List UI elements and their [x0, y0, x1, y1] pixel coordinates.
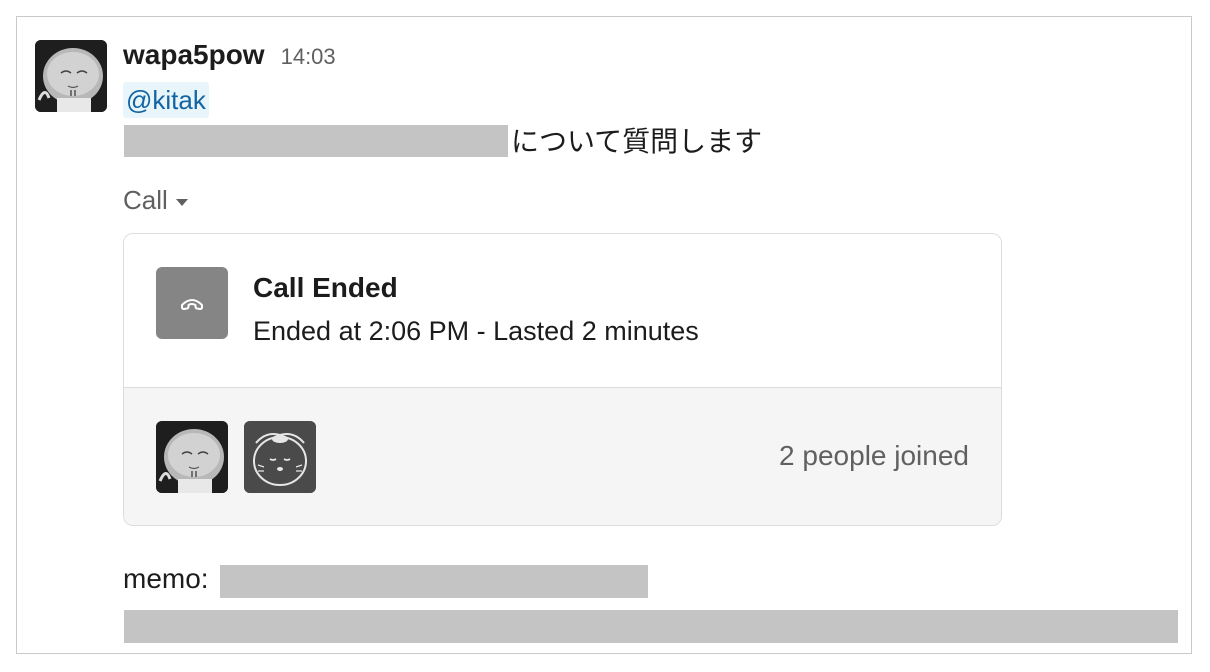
call-status-title: Call Ended [253, 272, 398, 303]
message-text: について質問します [511, 126, 763, 157]
memo-label: memo: [123, 563, 209, 594]
call-toggle-label: Call [123, 185, 168, 215]
author-avatar[interactable] [35, 40, 107, 112]
message-timestamp[interactable]: 14:03 [281, 44, 336, 70]
user-mention[interactable]: @kitak [123, 82, 209, 118]
message-header: wapa5pow 14:03 [123, 39, 336, 71]
redacted-text [124, 610, 1178, 643]
call-card[interactable]: Call Ended Ended at 2:06 PM - Lasted 2 m… [123, 233, 1002, 526]
phone-hangup-icon [156, 267, 228, 339]
chevron-down-icon [175, 199, 188, 206]
redacted-text [124, 125, 508, 157]
participants-count: 2 people joined [779, 440, 969, 471]
message-container: wapa5pow 14:03 @kitak について質問します Call Cal… [16, 16, 1192, 654]
call-card-header: Call Ended Ended at 2:06 PM - Lasted 2 m… [124, 234, 1001, 388]
author-name[interactable]: wapa5pow [123, 39, 265, 71]
avatar-image [35, 40, 107, 112]
call-status-detail: Ended at 2:06 PM - Lasted 2 minutes [253, 316, 699, 346]
participant-avatar[interactable] [156, 421, 228, 493]
call-attachment-toggle[interactable]: Call [123, 185, 188, 216]
call-participants: 2 people joined [124, 388, 1001, 525]
redacted-text [220, 565, 648, 598]
participant-avatar[interactable] [244, 421, 316, 493]
